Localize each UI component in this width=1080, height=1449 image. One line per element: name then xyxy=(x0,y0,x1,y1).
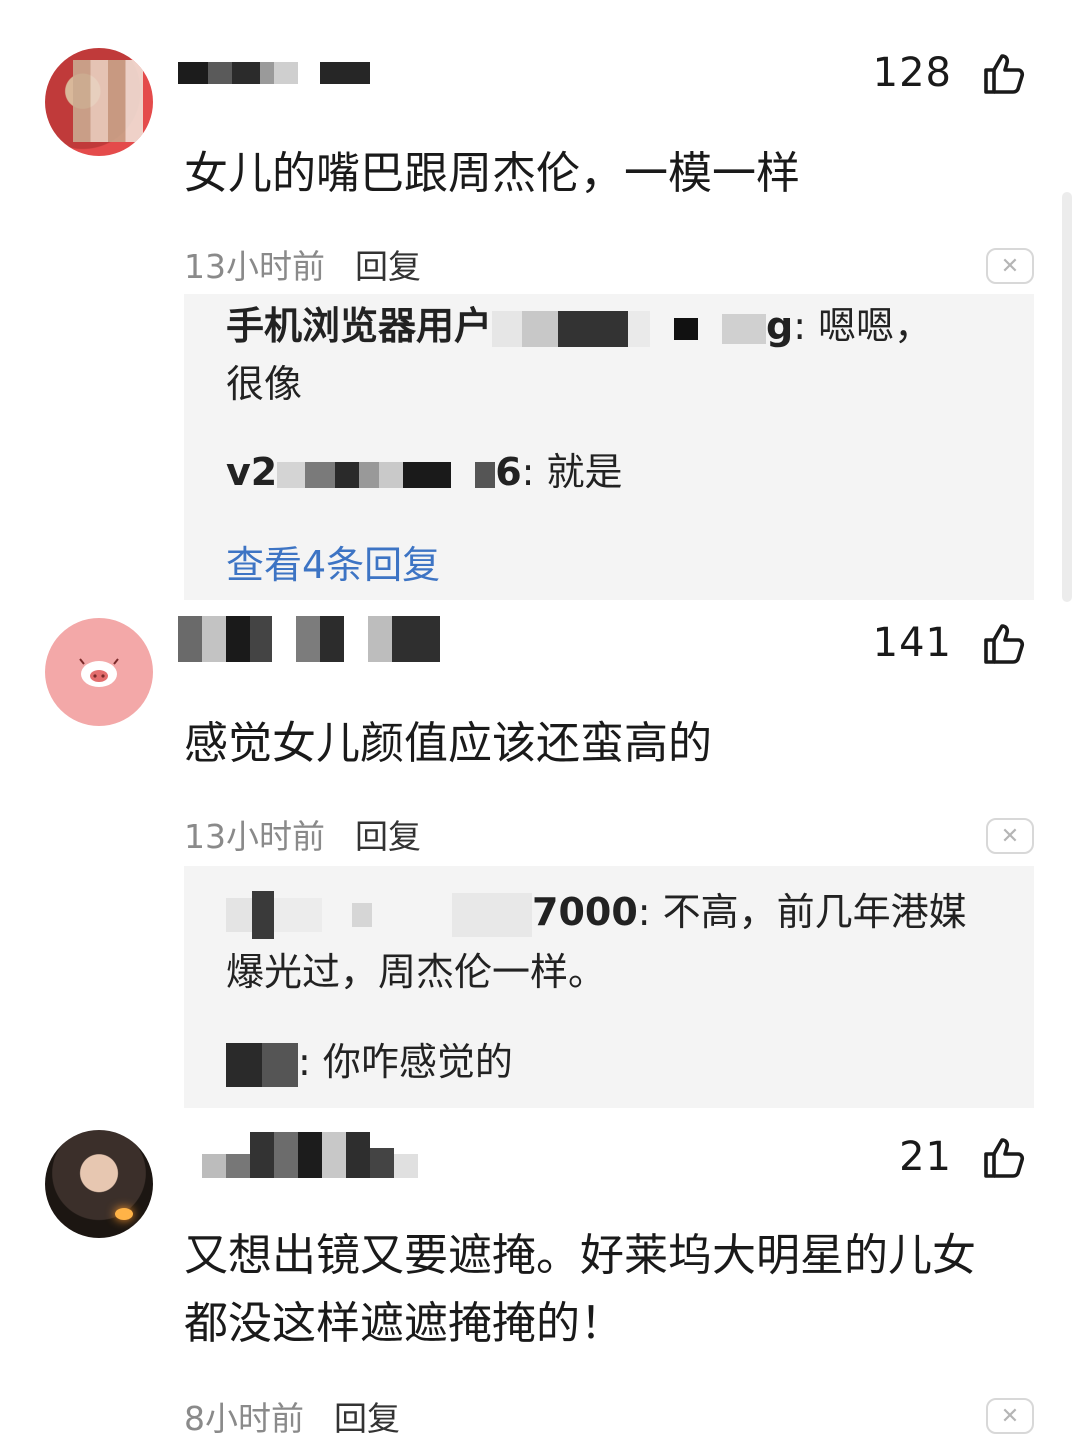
avatar[interactable] xyxy=(45,618,153,726)
close-icon[interactable]: ✕ xyxy=(986,1398,1034,1434)
reply-author[interactable]: v2 xyxy=(226,450,277,494)
timestamp: 13小时前 xyxy=(184,247,325,286)
reply-author-tail: 7000 xyxy=(532,890,638,934)
avatar[interactable] xyxy=(45,48,153,156)
reply-author[interactable]: 手机浏览器用户 xyxy=(226,304,492,348)
thumbs-up-icon[interactable] xyxy=(980,620,1028,668)
close-icon[interactable]: ✕ xyxy=(986,248,1034,284)
comment-meta: 13小时前 回复 xyxy=(184,240,421,288)
reply-author-tail: g xyxy=(766,304,794,348)
reply-button[interactable]: 回复 xyxy=(355,247,421,286)
comment-text: 女儿的嘴巴跟周杰伦，一模一样 xyxy=(184,148,800,199)
comment-feed: 128 女儿的嘴巴跟周杰伦，一模一样 13小时前 回复 ✕ 手机浏览器用户 g: 嗯… xyxy=(0,0,1080,1449)
comment-text: 感觉女儿颜值应该还蛮高的 xyxy=(184,718,712,769)
reply-item[interactable]: v2 6: 就是 xyxy=(226,442,994,502)
like-count: 141 xyxy=(872,620,952,666)
view-more-replies-link[interactable]: 查看4条回复 xyxy=(226,534,440,589)
username-redacted[interactable] xyxy=(178,62,370,90)
reply-text-cont: 很像 xyxy=(226,362,303,406)
username-redacted[interactable] xyxy=(178,1132,418,1178)
reply-button[interactable]: 回复 xyxy=(355,817,421,856)
comment-meta: 8小时前 回复 xyxy=(184,1392,400,1440)
reply-item[interactable]: 手机浏览器用户 g: 嗯嗯， xyxy=(226,296,994,356)
avatar[interactable] xyxy=(45,1130,153,1238)
reply-text: : 嗯嗯， xyxy=(793,304,933,348)
reply-text: : 不高，前几年港媒 xyxy=(637,890,967,934)
pig-icon xyxy=(79,658,119,687)
close-icon[interactable]: ✕ xyxy=(986,818,1034,854)
scrollbar[interactable] xyxy=(1062,192,1072,602)
reply-text-cont: 爆光过，周杰伦一样。 xyxy=(226,950,607,994)
thumbs-up-icon[interactable] xyxy=(980,50,1028,98)
reply-item[interactable]: 7000: 不高，前几年港媒 xyxy=(226,882,994,942)
thumbs-up-icon[interactable] xyxy=(980,1134,1028,1182)
comment-text: 又想出镜又要遮掩。好莱坞大明星的儿女都没这样遮遮掩掩的！ xyxy=(184,1230,976,1349)
comment-meta: 13小时前 回复 xyxy=(184,810,421,858)
username-redacted[interactable] xyxy=(178,616,440,662)
like-count: 21 xyxy=(899,1134,952,1180)
like-count: 128 xyxy=(872,50,952,96)
timestamp: 13小时前 xyxy=(184,817,325,856)
reply-text: : 就是 xyxy=(521,450,623,494)
reply-thread: 手机浏览器用户 g: 嗯嗯， 很像 v2 6: 就是 查看4条回复 xyxy=(184,294,1034,600)
reply-thread: 7000: 不高，前几年港媒 爆光过，周杰伦一样。 : 你咋感觉的 xyxy=(184,866,1034,1108)
reply-text: : 你咋感觉的 xyxy=(298,1040,513,1084)
timestamp: 8小时前 xyxy=(184,1399,304,1438)
reply-item[interactable]: : 你咋感觉的 xyxy=(226,1032,994,1092)
reply-author-tail: 6 xyxy=(495,450,522,494)
reply-button[interactable]: 回复 xyxy=(334,1399,400,1438)
